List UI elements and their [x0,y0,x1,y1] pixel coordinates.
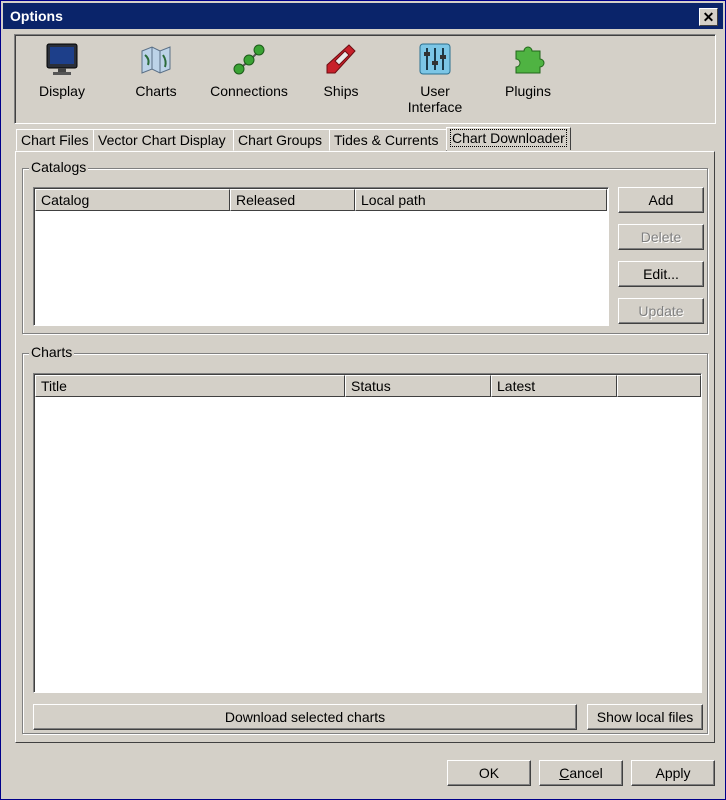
window-title: Options [10,8,63,24]
toolbar-item-label: User Interface [407,83,463,115]
column-header-latest[interactable]: Latest [491,375,617,397]
toolbar-item-label: Plugins [505,83,551,99]
add-catalog-button[interactable]: Add [618,187,704,213]
tab-chart-groups[interactable]: Chart Groups [233,129,330,151]
column-header-released[interactable]: Released [230,189,355,211]
connections-icon [231,41,267,77]
puzzle-piece-icon [510,41,546,77]
column-header-local-path[interactable]: Local path [355,189,607,211]
charts-icon [138,41,174,77]
delete-catalog-button[interactable]: Delete [618,224,704,250]
catalogs-table[interactable]: Catalog Released Local path [33,187,609,326]
title-bar[interactable]: Options ✕ [3,3,723,29]
charts-group-label: Charts [29,344,75,360]
ship-icon [323,41,359,77]
cancel-button[interactable]: Cancel [539,760,623,786]
ok-button[interactable]: OK [447,760,531,786]
catalogs-group-label: Catalogs [29,159,89,175]
charts-table[interactable]: Title Status Latest [33,373,702,693]
toolbar-item-plugins[interactable]: Plugins [483,41,573,99]
update-catalog-button[interactable]: Update [618,298,704,324]
column-header-title[interactable]: Title [35,375,345,397]
toolbar-item-charts[interactable]: Charts [111,41,201,99]
edit-catalog-button[interactable]: Edit... [618,261,704,287]
category-toolbar: Display Charts Connections Ships User In… [14,34,716,124]
charts-group: Charts Title Status Latest Download sele… [22,344,708,734]
monitor-icon [44,41,80,77]
tab-chart-files[interactable]: Chart Files [16,129,94,151]
column-header-status[interactable]: Status [345,375,491,397]
column-header-filler [617,375,701,397]
column-header-catalog[interactable]: Catalog [35,189,230,211]
toolbar-item-label: Charts [135,83,177,99]
tab-vector-chart-display[interactable]: Vector Chart Display [93,129,234,151]
toolbar-item-display[interactable]: Display [17,41,107,99]
toolbar-item-ships[interactable]: Ships [296,41,386,99]
tab-chart-downloader[interactable]: Chart Downloader [446,127,571,150]
toolbar-item-connections[interactable]: Connections [204,41,294,99]
apply-button[interactable]: Apply [631,760,715,786]
show-local-files-button[interactable]: Show local files [587,704,703,730]
catalogs-group: Catalogs Catalog Released Local path Add… [22,159,708,334]
chart-downloader-panel: Catalogs Catalog Released Local path Add… [15,151,715,743]
tab-tides-currents[interactable]: Tides & Currents [329,129,447,151]
toolbar-item-user-interface[interactable]: User Interface [390,41,480,115]
toolbar-item-label: Ships [323,83,359,99]
toolbar-item-label: Connections [210,83,288,99]
close-button[interactable]: ✕ [699,8,718,26]
download-selected-charts-button[interactable]: Download selected charts [33,704,577,730]
sliders-icon [417,41,453,77]
toolbar-item-label: Display [39,83,85,99]
options-dialog: Options ✕ Display Charts Connections Shi… [0,0,726,800]
